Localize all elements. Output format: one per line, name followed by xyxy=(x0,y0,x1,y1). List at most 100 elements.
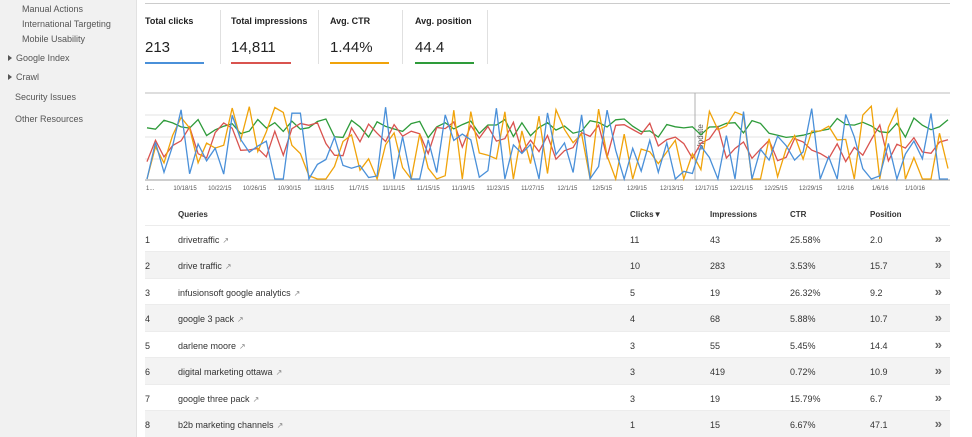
sidebar: Manual Actions International Targeting M… xyxy=(0,0,136,437)
table-row[interactable]: 3 infusionsoft google analytics ↗ 5 19 26.32%… xyxy=(145,278,950,305)
row-details-chevron-icon[interactable]: » xyxy=(935,284,942,299)
x-tick-label: 11/23/15 xyxy=(486,186,510,192)
metric-divider xyxy=(318,10,319,64)
query-cell[interactable]: google 3 pack ↗ xyxy=(178,314,244,324)
query-cell[interactable]: google three pack ↗ xyxy=(178,394,259,404)
row-details-chevron-icon[interactable]: » xyxy=(935,416,942,431)
x-tick-label: 11/19/15 xyxy=(452,186,476,192)
row-number: 1 xyxy=(145,235,151,245)
metric-total-impressions[interactable]: Total impressions 14,811 xyxy=(231,8,307,64)
impressions-cell: 15 xyxy=(710,420,721,430)
metric-avg-ctr[interactable]: Avg. CTR 1.44% xyxy=(330,8,389,64)
x-tick-label: 1/10/16 xyxy=(905,186,926,192)
external-link-icon[interactable]: ↗ xyxy=(277,421,284,430)
sidebar-item-security-issues[interactable]: Security Issues xyxy=(15,92,76,102)
metric-total-clicks[interactable]: Total clicks 213 xyxy=(145,8,204,64)
row-details-chevron-icon[interactable]: » xyxy=(935,257,942,272)
row-details-chevron-icon[interactable]: » xyxy=(935,337,942,352)
row-details-chevron-icon[interactable]: » xyxy=(935,390,942,405)
row-details-chevron-icon[interactable]: » xyxy=(935,231,942,246)
external-link-icon[interactable]: ↗ xyxy=(294,289,301,298)
table-row[interactable]: 8 b2b marketing channels ↗ 1 15 6.67% 47.1 » xyxy=(145,410,950,437)
table-row[interactable]: 1 drivetraffic ↗ 11 43 25.58% 2.0 » xyxy=(145,225,950,252)
impressions-cell: 55 xyxy=(710,341,721,351)
column-header-position[interactable]: Position xyxy=(870,210,902,219)
impressions-cell: 68 xyxy=(710,314,721,324)
row-details-chevron-icon[interactable]: » xyxy=(935,310,942,325)
x-tick-label: 11/15/15 xyxy=(417,186,441,192)
table-row[interactable]: 4 google 3 pack ↗ 4 68 5.88% 10.7 » xyxy=(145,304,950,331)
x-tick-label: 12/13/15 xyxy=(660,186,684,192)
column-header-queries[interactable]: Queries xyxy=(178,210,208,219)
clicks-cell: 1 xyxy=(630,420,636,430)
column-header-impressions[interactable]: Impressions xyxy=(710,210,757,219)
query-cell[interactable]: drivetraffic ↗ xyxy=(178,235,229,245)
ctr-cell: 25.58% xyxy=(790,235,821,245)
sidebar-item-crawl[interactable]: Crawl xyxy=(8,72,39,82)
impressions-cell: 19 xyxy=(710,288,721,298)
row-number: 3 xyxy=(145,288,151,298)
column-header-ctr[interactable]: CTR xyxy=(790,210,806,219)
external-link-icon[interactable]: ↗ xyxy=(239,342,246,351)
x-tick-label: 11/11/15 xyxy=(382,186,405,192)
query-text: b2b marketing channels xyxy=(178,420,274,430)
table-row[interactable]: 6 digital marketing ottawa ↗ 3 419 0.72% 10.9 » xyxy=(145,357,950,384)
external-link-icon[interactable]: ↗ xyxy=(237,315,244,324)
x-tick-label: 10/22/15 xyxy=(208,186,232,192)
sidebar-item-other-resources[interactable]: Other Resources xyxy=(15,114,83,124)
impressions-cell: 419 xyxy=(710,367,726,377)
x-tick-label: 11/27/15 xyxy=(521,186,545,192)
ctr-cell: 15.79% xyxy=(790,394,821,404)
metric-value: 213 xyxy=(145,39,171,56)
external-link-icon[interactable]: ↗ xyxy=(225,262,232,271)
x-tick-label: 12/9/15 xyxy=(627,186,648,192)
query-cell[interactable]: darlene moore ↗ xyxy=(178,341,246,351)
table-row[interactable]: 2 drive traffic ↗ 10 283 3.53% 15.7 » xyxy=(145,251,950,278)
query-cell[interactable]: infusionsoft google analytics ↗ xyxy=(178,288,300,298)
sidebar-item-google-index[interactable]: Google Index xyxy=(8,53,70,63)
query-cell[interactable]: drive traffic ↗ xyxy=(178,261,232,271)
external-link-icon[interactable]: ↗ xyxy=(253,395,260,404)
clicks-cell: 3 xyxy=(630,341,636,351)
clicks-cell: 3 xyxy=(630,367,636,377)
position-cell: 14.4 xyxy=(870,341,888,351)
metric-value: 14,811 xyxy=(231,39,276,56)
clicks-cell: 3 xyxy=(630,394,636,404)
sidebar-item-manual-actions[interactable]: Manual Actions xyxy=(22,4,83,14)
row-number: 7 xyxy=(145,394,151,404)
x-tick-label: 12/21/15 xyxy=(730,186,754,192)
sidebar-item-label: Crawl xyxy=(16,72,40,82)
performance-chart[interactable]: Update1... 10/18/15 10/22/15 10/26/15 10/30/… xyxy=(145,92,950,200)
column-header-clicks[interactable]: Clicks▼ xyxy=(630,210,662,219)
metric-color-bar xyxy=(145,62,204,64)
metric-color-bar xyxy=(330,62,389,64)
row-number: 2 xyxy=(145,261,151,271)
expand-arrow-icon xyxy=(8,74,12,80)
query-cell[interactable]: digital marketing ottawa ↗ xyxy=(178,367,282,377)
row-number: 8 xyxy=(145,420,151,430)
query-text: digital marketing ottawa xyxy=(178,367,273,377)
sidebar-item-mobile-usability[interactable]: Mobile Usability xyxy=(22,34,85,44)
x-tick-label: 10/18/15 xyxy=(173,186,197,192)
metric-divider xyxy=(402,10,403,64)
external-link-icon[interactable]: ↗ xyxy=(222,236,229,245)
query-cell[interactable]: b2b marketing channels ↗ xyxy=(178,420,283,430)
position-cell: 9.2 xyxy=(870,288,883,298)
clicks-cell: 4 xyxy=(630,314,636,324)
ctr-cell: 5.88% xyxy=(790,314,816,324)
sidebar-item-international-targeting[interactable]: International Targeting xyxy=(22,19,111,29)
table-row[interactable]: 7 google three pack ↗ 3 19 15.79% 6.7 » xyxy=(145,384,950,411)
metric-avg-position[interactable]: Avg. position 44.4 xyxy=(415,8,474,64)
series-line-3 xyxy=(146,107,948,182)
position-cell: 10.7 xyxy=(870,314,888,324)
metric-value: 44.4 xyxy=(415,39,445,56)
external-link-icon[interactable]: ↗ xyxy=(276,368,283,377)
x-tick-label: 12/25/15 xyxy=(764,186,788,192)
metric-color-bar xyxy=(231,62,291,64)
table-row[interactable]: 5 darlene moore ↗ 3 55 5.45% 14.4 » xyxy=(145,331,950,358)
query-text: darlene moore xyxy=(178,341,237,351)
row-details-chevron-icon[interactable]: » xyxy=(935,363,942,378)
position-cell: 47.1 xyxy=(870,420,888,430)
ctr-cell: 5.45% xyxy=(790,341,816,351)
x-tick-label: 10/30/15 xyxy=(278,186,302,192)
